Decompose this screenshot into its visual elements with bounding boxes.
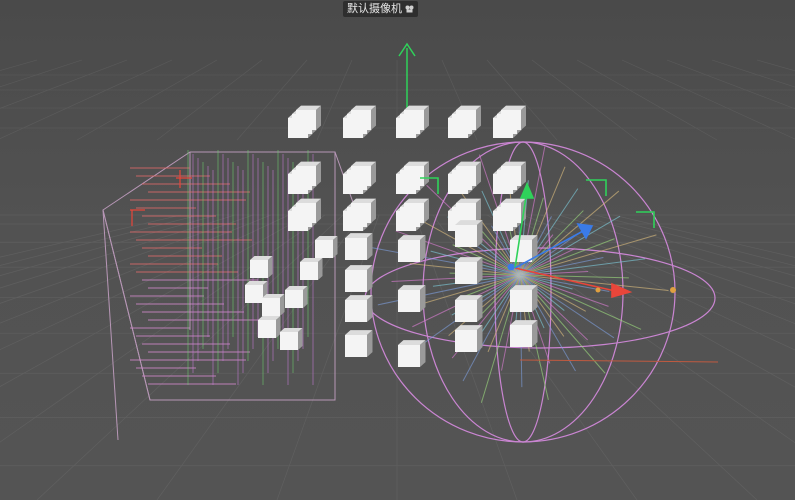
- grid-line: [450, 214, 758, 500]
- clone-cube: [455, 220, 483, 247]
- gizmo-bracket: [586, 179, 607, 196]
- grid-line: [0, 214, 236, 289]
- cube-front: [398, 290, 420, 312]
- clone-cube: [501, 105, 526, 130]
- clone-cube: [345, 295, 373, 322]
- cube-front: [510, 325, 532, 347]
- clone-cube: [398, 235, 426, 262]
- cube-front: [455, 300, 477, 322]
- cube-front: [455, 330, 477, 352]
- cube-front: [455, 225, 477, 247]
- gizmo-center: [507, 263, 515, 271]
- clone-cube: [455, 295, 483, 322]
- cube-front: [296, 203, 316, 223]
- clone-cube: [456, 198, 481, 223]
- cube-front: [345, 300, 367, 322]
- cube-front: [351, 203, 371, 223]
- cube-front: [398, 345, 420, 367]
- cube-front: [351, 110, 371, 130]
- cube-front: [501, 166, 521, 186]
- gizmo-z-head: [576, 222, 594, 240]
- clone-cube: [510, 320, 538, 347]
- cube-front: [501, 203, 521, 223]
- grid-line: [594, 214, 795, 267]
- ground-grid: [0, 214, 795, 500]
- cube-front: [296, 110, 316, 130]
- clone-cube: [456, 161, 481, 186]
- clone-cube: [300, 258, 323, 280]
- grid-line: [0, 214, 182, 258]
- cube-front: [501, 110, 521, 130]
- clone-cube: [456, 105, 481, 130]
- cube-front: [456, 203, 476, 223]
- clone-cube: [404, 105, 429, 130]
- cube-front: [296, 166, 316, 186]
- cube-front: [245, 285, 263, 303]
- clone-cube: [455, 257, 483, 284]
- gizmo-bracket: [636, 211, 655, 228]
- cube-front: [455, 262, 477, 284]
- grid-line: [0, 214, 326, 443]
- clone-cube: [455, 325, 483, 352]
- cube-front: [456, 166, 476, 186]
- sphere-handle: [595, 287, 601, 293]
- grid-line: [0, 214, 290, 350]
- clone-cube: [296, 161, 321, 186]
- cube-front: [404, 203, 424, 223]
- clone-cube: [345, 330, 373, 357]
- cube-front: [345, 335, 367, 357]
- ray-line: [519, 190, 620, 276]
- clone-cube: [351, 198, 376, 223]
- clone-cube: [501, 161, 526, 186]
- clone-cube: [315, 236, 338, 258]
- grid-line: [0, 214, 200, 266]
- clone-cube: [345, 233, 373, 260]
- clone-cube: [398, 285, 426, 312]
- clone-cube: [262, 294, 285, 316]
- clone-cube: [285, 286, 308, 308]
- clone-cube: [345, 265, 373, 292]
- box-field-edge: [102, 209, 151, 401]
- clone-cube: [351, 161, 376, 186]
- clone-cube: [404, 198, 429, 223]
- cube-front: [398, 240, 420, 262]
- cube-front: [351, 166, 371, 186]
- camera-label-text: 默认摄像机: [347, 3, 402, 15]
- cube-front: [262, 298, 280, 316]
- grid-line: [0, 214, 218, 276]
- cube-front: [404, 166, 424, 186]
- sphere-handle: [670, 287, 676, 293]
- clone-cube: [510, 285, 538, 312]
- clone-cube: [404, 161, 429, 186]
- default-camera-label[interactable]: 默认摄像机: [343, 1, 418, 17]
- cube-front: [510, 290, 532, 312]
- cube-front: [510, 240, 532, 262]
- camera-icon: [405, 5, 414, 13]
- cube-front: [345, 270, 367, 292]
- clone-cube: [250, 256, 273, 278]
- 3d-viewport[interactable]: 默认摄像机: [0, 0, 795, 500]
- cube-front: [300, 262, 318, 280]
- cube-front: [315, 240, 333, 258]
- clone-cube: [351, 105, 376, 130]
- world-y-axis: [398, 42, 416, 112]
- clone-cube: [258, 316, 281, 338]
- cube-front: [456, 110, 476, 130]
- grid-line: [558, 214, 795, 289]
- cube-front: [280, 332, 298, 350]
- gizmo-y-head: [519, 181, 535, 199]
- cube-front: [404, 110, 424, 130]
- grid-line: [0, 214, 254, 304]
- grid-line: [612, 214, 795, 258]
- clone-cube: [280, 328, 303, 350]
- cube-front: [250, 260, 268, 278]
- cube-front: [258, 320, 276, 338]
- clone-cube: [398, 340, 426, 367]
- scene-canvas[interactable]: [0, 0, 795, 500]
- clone-cube: [296, 105, 321, 130]
- clone-cube: [296, 198, 321, 223]
- cube-front: [285, 290, 303, 308]
- cube-front: [345, 238, 367, 260]
